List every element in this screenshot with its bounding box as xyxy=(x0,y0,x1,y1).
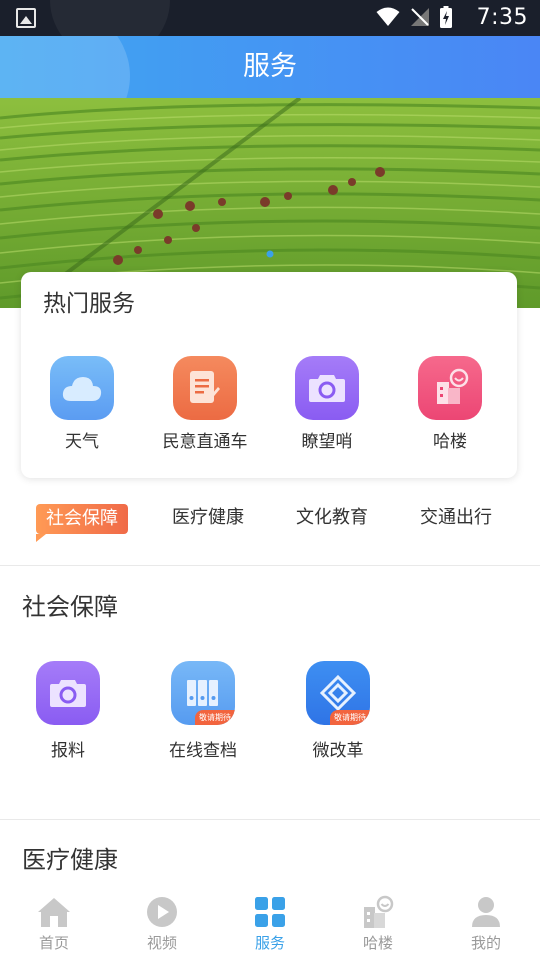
item-micro-reform[interactable]: 敬请期待 微改革 xyxy=(278,661,398,763)
service-label: 哈楼 xyxy=(433,432,467,452)
grid-icon xyxy=(255,897,285,927)
header-bar: 服务 xyxy=(0,36,540,98)
item-report[interactable]: 报料 xyxy=(8,661,128,763)
service-label: 民意直通车 xyxy=(162,432,248,452)
wifi-icon xyxy=(376,7,400,26)
play-circle-icon xyxy=(147,897,177,927)
category-tab-transportation[interactable]: 交通出行 xyxy=(406,500,506,536)
category-tabs: 社会保障 医疗健康 文化教育 交通出行 xyxy=(0,500,540,542)
category-tab-healthcare[interactable]: 医疗健康 xyxy=(158,500,258,536)
service-label: 天气 xyxy=(65,432,99,452)
coming-soon-badge: 敬请期待 xyxy=(195,710,235,725)
camera-icon xyxy=(295,356,359,420)
section-divider xyxy=(0,819,540,820)
battery-icon xyxy=(440,6,452,28)
item-label: 在线查档 xyxy=(169,741,237,761)
diamond-layers-icon: 敬请期待 xyxy=(306,661,370,725)
category-tab-culture-education[interactable]: 文化教育 xyxy=(282,500,382,536)
tab-profile[interactable]: 我的 xyxy=(432,894,540,953)
service-watchtower[interactable]: 瞭望哨 xyxy=(267,356,387,454)
cloud-icon xyxy=(50,356,114,420)
service-public-opinion[interactable]: 民意直通车 xyxy=(145,356,265,454)
section-title-social-security: 社会保障 xyxy=(22,593,118,621)
clock: 7:35 xyxy=(476,5,528,30)
status-bar-decoration xyxy=(50,0,170,36)
image-notification-icon xyxy=(16,8,36,28)
document-edit-icon xyxy=(173,356,237,420)
section-title-healthcare: 医疗健康 xyxy=(22,846,118,874)
hot-services-card: 热门服务 天气 民意直通车 瞭望哨 哈楼 xyxy=(21,272,517,478)
tab-label: 首页 xyxy=(38,934,69,952)
user-icon xyxy=(472,897,500,927)
tab-halou[interactable]: 哈楼 xyxy=(324,894,432,953)
status-bar: 7:35 xyxy=(0,0,540,36)
status-icons xyxy=(376,6,452,28)
category-tab-social-security[interactable]: 社会保障 xyxy=(36,504,128,542)
page-title: 服务 xyxy=(243,51,297,82)
service-weather[interactable]: 天气 xyxy=(22,356,142,454)
no-signal-icon xyxy=(411,8,429,26)
tab-label: 哈楼 xyxy=(362,934,393,952)
building-smile-icon xyxy=(364,895,394,928)
tab-label: 视频 xyxy=(146,934,177,952)
hot-services-title: 热门服务 xyxy=(43,291,135,317)
tab-label: 我的 xyxy=(470,934,501,952)
tab-services[interactable]: 服务 xyxy=(216,894,324,953)
item-label: 微改革 xyxy=(312,741,364,761)
camera-icon xyxy=(36,661,100,725)
service-label: 瞭望哨 xyxy=(301,432,353,452)
bottom-tab-bar: 首页 视频 服务 哈楼 我的 xyxy=(0,888,540,960)
carousel-dot-active xyxy=(266,250,274,258)
item-label: 报料 xyxy=(51,741,85,761)
building-smile-icon xyxy=(418,356,482,420)
item-online-archive[interactable]: 敬请期待 在线查档 xyxy=(143,661,263,763)
tab-label: 服务 xyxy=(254,934,285,952)
tab-home[interactable]: 首页 xyxy=(0,894,108,953)
section-divider xyxy=(0,565,540,566)
service-halou[interactable]: 哈楼 xyxy=(390,356,510,454)
home-icon xyxy=(38,898,70,927)
coming-soon-badge: 敬请期待 xyxy=(330,710,370,725)
archive-folders-icon: 敬请期待 xyxy=(171,661,235,725)
tab-video[interactable]: 视频 xyxy=(108,894,216,953)
